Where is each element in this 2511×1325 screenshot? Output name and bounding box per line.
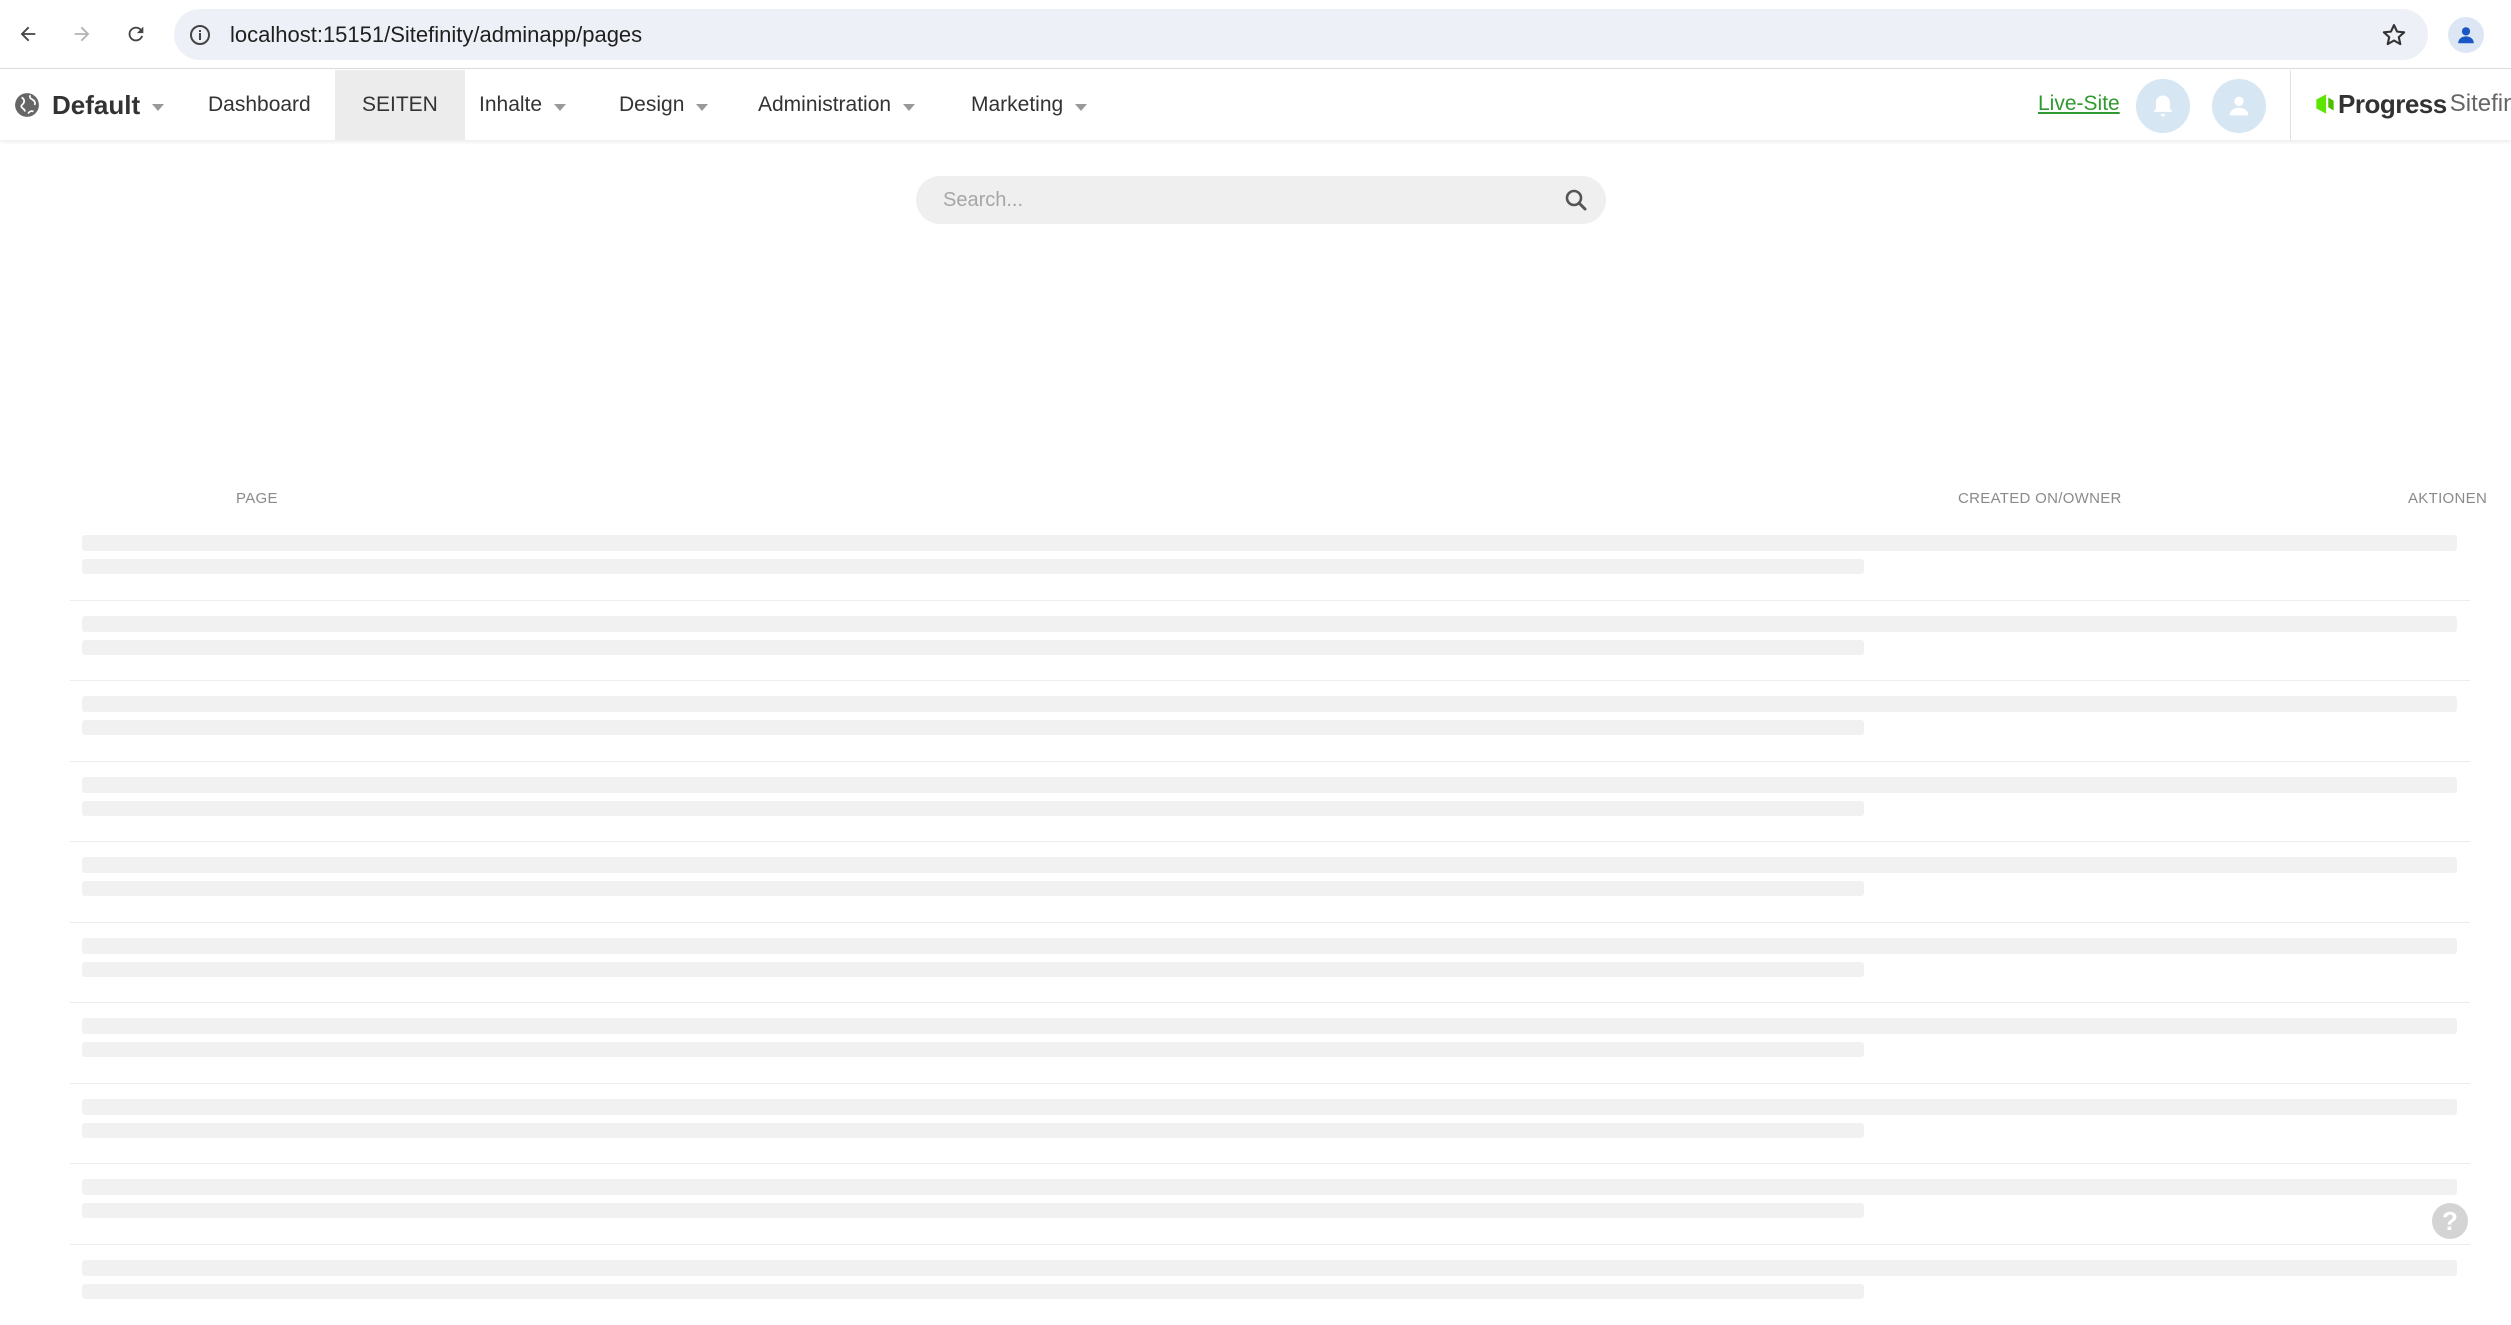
search-input[interactable]: Search...	[916, 176, 1606, 224]
chevron-down-icon	[152, 104, 164, 111]
skeleton-bar	[82, 881, 1864, 896]
skeleton-bar	[82, 616, 2457, 632]
nav-marketing-label: Marketing	[971, 93, 1063, 117]
skeleton-bar	[82, 696, 2457, 712]
app-header: Default Dashboard SEITEN Inhalte Design …	[0, 70, 2511, 140]
brand-sitefinity: Sitefinity	[2450, 90, 2511, 118]
help-icon: ?	[2442, 1206, 2458, 1237]
notifications-button[interactable]	[2136, 79, 2190, 133]
back-button[interactable]	[8, 14, 48, 54]
globe-icon	[14, 92, 40, 118]
table-row	[70, 601, 2470, 682]
column-header-page[interactable]: PAGE	[236, 490, 278, 507]
bookmark-star-icon[interactable]	[2380, 21, 2408, 49]
nav-inhalte-label: Inhalte	[479, 93, 542, 117]
skeleton-bar	[82, 777, 2457, 793]
search-placeholder: Search...	[943, 189, 1023, 212]
chevron-down-icon	[1075, 104, 1087, 111]
bell-icon	[2149, 92, 2177, 120]
table-row	[70, 842, 2470, 923]
site-info-icon[interactable]	[188, 23, 212, 47]
url-text: localhost:15151/Sitefinity/adminapp/page…	[230, 22, 642, 48]
chevron-down-icon	[554, 104, 566, 111]
skeleton-bar	[82, 720, 1864, 735]
pages-table-skeleton	[70, 520, 2470, 1325]
reload-button[interactable]	[116, 14, 156, 54]
skeleton-bar	[82, 1260, 2457, 1276]
table-row	[70, 1164, 2470, 1245]
progress-logo-icon	[2312, 91, 2338, 117]
browser-toolbar: localhost:15151/Sitefinity/adminapp/page…	[0, 0, 2511, 69]
arrow-left-icon	[17, 23, 39, 45]
column-header-actions: AKTIONEN	[2408, 490, 2487, 507]
skeleton-bar	[82, 1284, 1864, 1299]
table-row	[70, 681, 2470, 762]
chevron-down-icon	[696, 104, 708, 111]
table-row	[70, 1084, 2470, 1165]
site-selector[interactable]: Default	[14, 70, 164, 140]
table-row	[70, 1245, 2470, 1325]
header-divider	[2290, 70, 2291, 140]
nav-marketing[interactable]: Marketing	[944, 70, 1114, 140]
site-name: Default	[52, 90, 140, 121]
help-button[interactable]: ?	[2432, 1203, 2468, 1239]
nav-design[interactable]: Design	[592, 70, 735, 140]
skeleton-bar	[82, 1203, 1864, 1218]
table-row	[70, 923, 2470, 1004]
nav-seiten[interactable]: SEITEN	[335, 70, 465, 140]
address-bar[interactable]: localhost:15151/Sitefinity/adminapp/page…	[174, 9, 2428, 60]
skeleton-bar	[82, 962, 1864, 977]
column-header-created[interactable]: CREATED ON/OWNER	[1958, 490, 2122, 507]
skeleton-bar	[82, 801, 1864, 816]
skeleton-bar	[82, 857, 2457, 873]
skeleton-bar	[82, 1123, 1864, 1138]
skeleton-bar	[82, 535, 2457, 551]
forward-button[interactable]	[62, 14, 102, 54]
brand-progress: Progress	[2338, 89, 2447, 120]
live-site-link[interactable]: Live-Site	[2038, 92, 2120, 116]
skeleton-bar	[82, 1179, 2457, 1195]
skeleton-bar	[82, 1018, 2457, 1034]
table-row	[70, 1003, 2470, 1084]
nav-dashboard[interactable]: Dashboard	[181, 70, 338, 140]
skeleton-bar	[82, 1042, 1864, 1057]
nav-design-label: Design	[619, 93, 684, 117]
nav-seiten-label: SEITEN	[362, 93, 438, 117]
table-row	[70, 520, 2470, 601]
user-icon	[2455, 24, 2477, 46]
nav-inhalte[interactable]: Inhalte	[452, 70, 593, 140]
skeleton-bar	[82, 938, 2457, 954]
arrow-right-icon	[71, 23, 93, 45]
table-row	[70, 762, 2470, 843]
nav-dashboard-label: Dashboard	[208, 93, 311, 117]
reload-icon	[125, 23, 147, 45]
nav-administration-label: Administration	[758, 93, 891, 117]
nav-administration[interactable]: Administration	[731, 70, 942, 140]
search-icon[interactable]	[1564, 188, 1588, 212]
skeleton-bar	[82, 559, 1864, 574]
skeleton-bar	[82, 640, 1864, 655]
user-icon	[2225, 92, 2253, 120]
browser-profile-button[interactable]	[2448, 17, 2484, 53]
user-menu-button[interactable]	[2212, 79, 2266, 133]
chevron-down-icon	[903, 104, 915, 111]
progress-sitefinity-logo: Progress Sitefinity	[2312, 86, 2511, 122]
skeleton-bar	[82, 1099, 2457, 1115]
